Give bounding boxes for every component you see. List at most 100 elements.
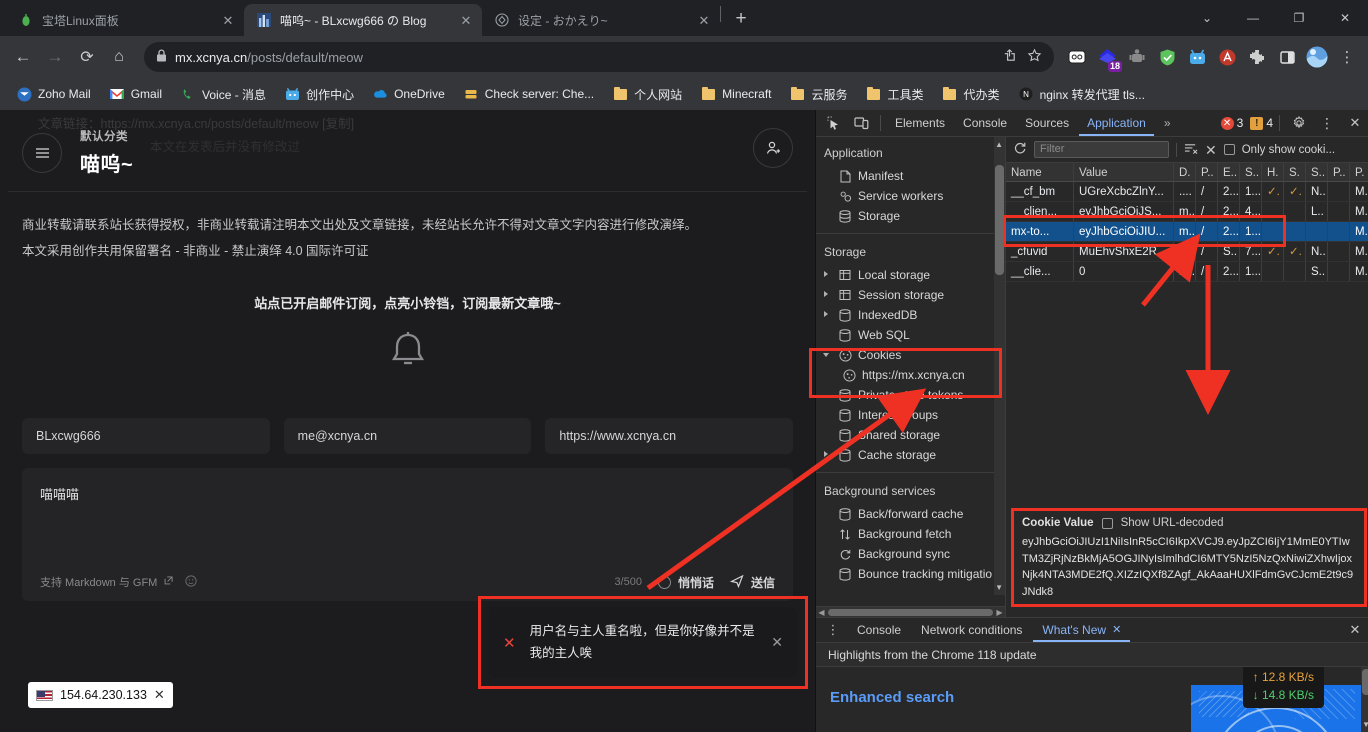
tab-close-icon[interactable]: ✕ — [220, 12, 236, 28]
column-httponly[interactable]: H. — [1262, 163, 1284, 181]
device-toolbar-icon[interactable] — [848, 111, 874, 135]
browser-tab-1[interactable]: 喵呜~ - BLxcwg666 の Blog ✕ — [244, 4, 482, 36]
chrome-menu-icon[interactable]: ⋮ — [1334, 44, 1360, 70]
column-name[interactable]: Name — [1006, 163, 1074, 181]
drawer-tab-console[interactable]: Console — [848, 618, 910, 642]
sidebar-item-private-state-tokens[interactable]: Private state tokens — [816, 385, 1005, 405]
filter-input[interactable]: Filter — [1034, 141, 1169, 158]
cookie-value-text[interactable]: eyJhbGciOiJIUzI1NiIsInR5cCI6IkpXVCJ9.eyJ… — [1022, 534, 1356, 596]
column-value[interactable]: Value — [1074, 163, 1174, 181]
sidebar-horizontal-scrollbar[interactable]: ◀ ▶ — [816, 606, 1005, 617]
bookmark-voice[interactable]: Voice - 消息 — [172, 83, 274, 106]
hamburger-icon[interactable] — [22, 132, 62, 173]
clear-filtered-icon[interactable] — [1184, 142, 1198, 158]
close-icon[interactable]: ✕ — [154, 687, 165, 703]
ip-badge[interactable]: 154.64.230.133 ✕ — [28, 682, 173, 708]
scrollbar-thumb-horizontal[interactable] — [828, 608, 993, 616]
column-path[interactable]: P.. — [1196, 163, 1218, 181]
table-row[interactable]: _cfuvid MuEhvShxE2R... .... / S.. 7... ✓… — [1006, 242, 1368, 262]
chevron-right-icon[interactable] — [824, 311, 828, 317]
sidebar-item-cache-storage[interactable]: Cache storage — [816, 445, 1005, 465]
bookmark-folder-cloud[interactable]: 云服务 — [782, 83, 856, 106]
sidebar-item-web-sql[interactable]: Web SQL — [816, 325, 1005, 345]
browser-tab-0[interactable]: 宝塔Linux面板 ✕ — [6, 4, 244, 36]
drawer-tab-network-conditions[interactable]: Network conditions — [912, 618, 1031, 642]
bookmark-gmail[interactable]: Gmail — [101, 83, 170, 105]
bookmark-zoho-mail[interactable]: Zoho Mail — [8, 83, 99, 105]
sidebar-item-storage[interactable]: Storage — [816, 206, 1005, 226]
scroll-up-icon[interactable]: ▲ — [995, 140, 1003, 149]
column-partition[interactable]: P.. — [1328, 163, 1350, 181]
bilibili-extension-icon[interactable] — [1184, 44, 1210, 70]
sidebar-item-manifest[interactable]: Manifest — [816, 166, 1005, 186]
more-options-icon[interactable]: ⋮ — [1314, 111, 1340, 135]
table-row-selected[interactable]: mx-to... eyJhbGciOiJIU... m.. / 2... 1..… — [1006, 222, 1368, 242]
sidebar-item-local-storage[interactable]: Local storage — [816, 265, 1005, 285]
blue-diamond-extension-icon[interactable]: 18 — [1094, 44, 1122, 72]
sidebar-item-cookie-origin[interactable]: https://mx.xcnya.cn — [816, 365, 1005, 385]
sidebar-item-cookies[interactable]: Cookies — [816, 345, 1005, 365]
puzzle-extensions-icon[interactable] — [1244, 44, 1270, 70]
column-size[interactable]: S.. — [1240, 163, 1262, 181]
refresh-icon[interactable] — [1013, 141, 1027, 158]
show-url-decoded-checkbox[interactable] — [1101, 517, 1113, 529]
column-domain[interactable]: D. — [1174, 163, 1196, 181]
new-tab-button[interactable]: + — [727, 5, 755, 33]
forward-button[interactable]: → — [40, 42, 70, 72]
sidebar-item-background-fetch[interactable]: Background fetch — [816, 524, 1005, 544]
error-toast[interactable]: ✕ 用户名与主人重名啦，但是你好像并不是我的主人唉 ✕ — [489, 607, 797, 678]
minimize-button[interactable]: — — [1230, 0, 1276, 36]
drawer-scrollbar[interactable]: ▼ — [1361, 667, 1368, 732]
sidebar-item-service-workers[interactable]: Service workers — [816, 186, 1005, 206]
back-button[interactable]: ← — [8, 42, 38, 72]
external-link-icon[interactable] — [164, 576, 173, 588]
side-panel-icon[interactable] — [1274, 44, 1300, 70]
tab-elements[interactable]: Elements — [887, 110, 953, 136]
table-row[interactable]: __cf_bm UGreXcbcZlnY... .... / 2... 1...… — [1006, 182, 1368, 202]
gray-robot-extension-icon[interactable] — [1124, 44, 1150, 70]
green-shield-extension-icon[interactable] — [1154, 44, 1180, 70]
bookmark-check-server[interactable]: Check server: Che... — [455, 83, 602, 105]
comment-textarea[interactable]: 喵喵喵 支持 Markdown 与 GFM 3/500 悄悄话 送信 — [22, 467, 793, 601]
whats-new-article-title[interactable]: Enhanced search — [830, 689, 954, 706]
inspect-element-icon[interactable] — [820, 111, 846, 135]
scroll-down-icon[interactable]: ▼ — [1362, 720, 1368, 729]
bookmark-folder-minecraft[interactable]: Minecraft — [692, 83, 779, 105]
chevron-right-icon[interactable] — [824, 451, 828, 457]
share-icon[interactable] — [1002, 48, 1017, 66]
column-expires[interactable]: E.. — [1218, 163, 1240, 181]
close-icon[interactable]: ✕ — [1112, 618, 1121, 642]
sidebar-item-bounce-tracking[interactable]: Bounce tracking mitigatio — [816, 564, 1005, 584]
column-secure[interactable]: S. — [1284, 163, 1306, 181]
tab-close-icon[interactable]: ✕ — [458, 12, 474, 28]
table-row[interactable]: __clie... 0 m.. / 2... 1... S.. M.. — [1006, 262, 1368, 282]
sidebar-item-back-forward-cache[interactable]: Back/forward cache — [816, 504, 1005, 524]
sidebar-item-interest-groups[interactable]: Interest groups — [816, 405, 1005, 425]
sidebar-item-indexeddb[interactable]: IndexedDB — [816, 305, 1005, 325]
close-window-button[interactable]: ✕ — [1322, 0, 1368, 36]
delete-all-icon[interactable]: ✕ — [1205, 143, 1217, 157]
scroll-left-icon[interactable]: ◀ — [816, 608, 827, 617]
scroll-right-icon[interactable]: ▶ — [994, 608, 1005, 617]
drawer-tab-whats-new[interactable]: What's New ✕ — [1033, 618, 1130, 642]
chevron-right-icon[interactable] — [824, 291, 828, 297]
bell-icon[interactable] — [0, 330, 815, 372]
post-category[interactable]: 默认分类 — [80, 128, 133, 144]
user-add-icon[interactable] — [753, 128, 793, 168]
bookmark-onedrive[interactable]: OneDrive — [364, 83, 453, 105]
drawer-close-icon[interactable]: ✕ — [1342, 618, 1368, 642]
markdown-hint-label[interactable]: 支持 Markdown 与 GFM — [40, 574, 157, 590]
maximize-button[interactable]: ❐ — [1276, 0, 1322, 36]
tab-application[interactable]: Application — [1079, 110, 1154, 136]
radio-unchecked-icon[interactable] — [657, 575, 671, 589]
address-bar[interactable]: mx.xcnya.cn/posts/default/meow — [144, 42, 1054, 72]
warning-count-badge[interactable]: ! 4 — [1250, 116, 1273, 130]
star-icon[interactable] — [1027, 48, 1042, 66]
scroll-down-icon[interactable]: ▼ — [995, 583, 1003, 592]
home-button[interactable]: ⌂ — [104, 42, 134, 72]
more-tabs-icon[interactable]: » — [1156, 110, 1179, 136]
red-a-extension-icon[interactable] — [1214, 44, 1240, 70]
tab-close-icon[interactable]: ✕ — [696, 12, 712, 28]
bookmark-folder-personal-site[interactable]: 个人网站 — [604, 83, 690, 106]
only-show-cookies-checkbox[interactable] — [1223, 144, 1235, 155]
